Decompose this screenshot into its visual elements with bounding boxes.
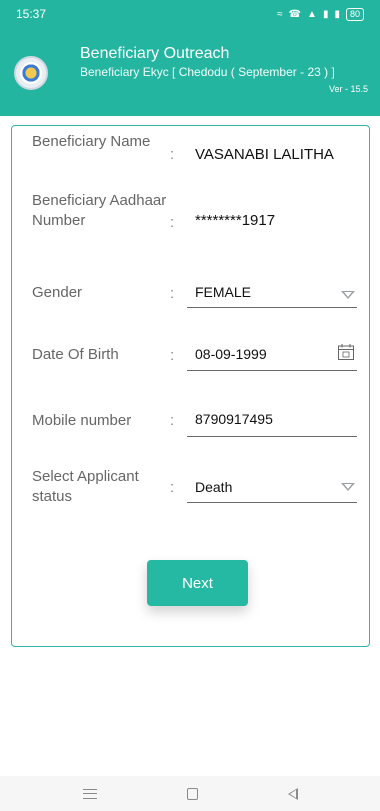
back-icon[interactable]	[287, 787, 298, 800]
wifi-icon: ≈	[277, 8, 283, 20]
call-icon: ☎	[288, 8, 302, 20]
mobile-underline	[187, 436, 357, 437]
gender-colon: :	[170, 285, 175, 302]
status-bar: 15:37 ≈ ☎ ▲ ▮ ▮ 80	[0, 0, 380, 28]
aadhaar-label: Beneficiary Aadhaar Number	[32, 192, 167, 229]
mobile-colon: :	[170, 412, 175, 429]
calendar-icon[interactable]	[337, 343, 355, 361]
name-colon: :	[170, 146, 175, 163]
name-value: VASANABI LALITHA	[195, 146, 334, 163]
signal-icon: ▮	[334, 8, 340, 20]
mobile-label: Mobile number	[32, 412, 132, 429]
chevron-down-icon[interactable]	[341, 483, 355, 491]
status-underline	[187, 502, 357, 503]
dob-colon: :	[170, 347, 175, 364]
aadhaar-value: ********1917	[195, 212, 276, 229]
system-nav-bar	[0, 776, 380, 811]
version-label: Ver - 15.5	[328, 84, 368, 94]
gender-underline	[187, 307, 357, 308]
aadhaar-colon: :	[170, 214, 175, 231]
app-header: Beneficiary Outreach Beneficiary Ekyc [ …	[0, 28, 380, 116]
gender-select[interactable]: FEMALE	[195, 284, 251, 300]
volte-icon: ▲	[307, 8, 317, 20]
name-label: Beneficiary Name	[32, 133, 151, 150]
status-select[interactable]: Death	[195, 479, 232, 495]
beneficiary-form-card: Beneficiary Name : VASANABI LALITHA Bene…	[11, 125, 370, 647]
page-subtitle: Beneficiary Ekyc [ Chedodu ( September -…	[80, 65, 335, 79]
home-icon[interactable]	[186, 787, 198, 800]
battery-icon: 80	[345, 7, 364, 21]
next-button[interactable]: Next	[147, 560, 248, 606]
status-time: 15:37	[16, 7, 47, 21]
state-emblem-icon	[14, 56, 48, 90]
chevron-down-icon[interactable]	[341, 291, 355, 299]
page-title: Beneficiary Outreach	[80, 45, 230, 62]
signal-icon: ▮	[322, 8, 329, 20]
status-label: Select Applicant status	[32, 468, 139, 505]
dob-underline	[187, 370, 357, 371]
menu-icon[interactable]	[82, 788, 97, 799]
mobile-input[interactable]: 8790917495	[195, 411, 273, 427]
dob-label: Date Of Birth	[32, 346, 119, 363]
gender-label: Gender	[32, 284, 83, 301]
status-icons: ≈ ☎ ▲ ▮ ▮ 80	[277, 7, 364, 21]
logo-emblem	[20, 62, 42, 84]
dob-input[interactable]: 08-09-1999	[195, 346, 267, 362]
status-colon: :	[170, 479, 175, 496]
